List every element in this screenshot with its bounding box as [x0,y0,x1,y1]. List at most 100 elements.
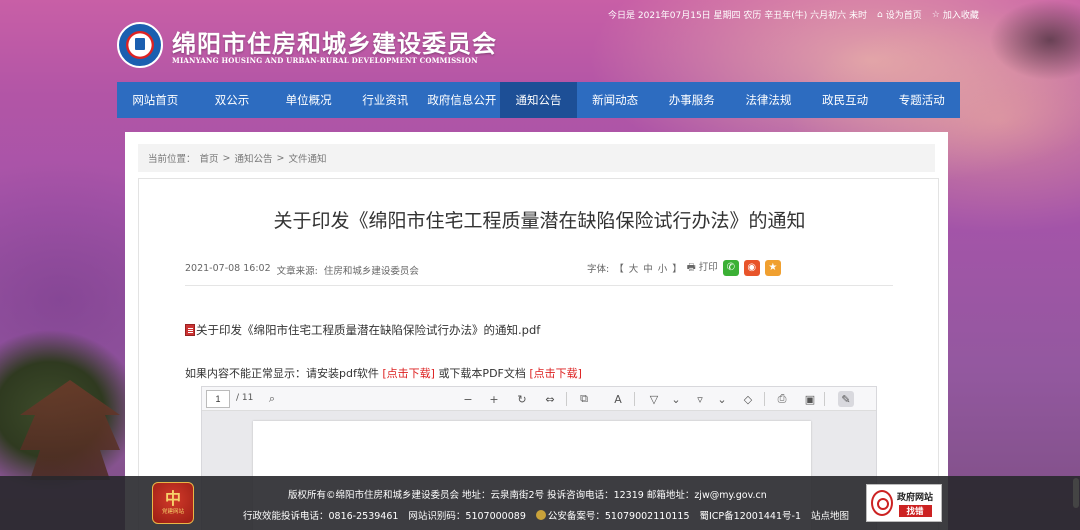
breadcrumb-separator: > [276,152,285,164]
gov-error-report-badge[interactable]: 政府网站 找错 [866,484,942,522]
nav-item-about[interactable]: 单位概况 [270,82,347,118]
page-number-input[interactable] [206,390,230,408]
read-aloud-icon[interactable]: A [610,391,626,407]
download-pdf-link[interactable]: [点击下载] [529,367,582,380]
article-tools: 字体: 【 大 中 小 】 🖶 打印 ✆ ◉ ★ [587,259,781,276]
nav-item-topics[interactable]: 专题活动 [883,82,960,118]
set-home-label: 设为首页 [885,11,922,21]
font-size-small[interactable]: 小 [658,261,668,275]
article-datetime: 2021-07-08 16:02 [185,263,271,274]
add-favorite-link[interactable]: ☆ 加入收藏 [931,8,979,22]
party-badge-text: 党建网站 [161,509,184,515]
toolbar-separator [824,392,825,406]
pdf-attachment-label: 关于印发《绵阳市住宅工程质量潜在缺陷保险试行办法》的通知.pdf [196,323,541,337]
share-weibo-icon[interactable]: ◉ [743,259,760,276]
page-view-icon[interactable]: ⧉ [576,391,592,407]
add-favorite-label: 加入收藏 [942,11,979,21]
highlight-icon[interactable]: ▿ [692,391,708,407]
footer-records: 行政效能投诉电话：0816-2539461 网站识别码：5107000089 公… [243,508,849,522]
nav-item-interaction[interactable]: 政民互动 [807,82,884,118]
printer-icon: 🖶 [686,262,696,273]
toolbar-separator [566,392,567,406]
print-button[interactable]: 🖶 打印 [687,259,718,276]
pin-icon[interactable]: ✎ [838,391,854,407]
fit-page-icon[interactable]: ⇔ [542,391,558,407]
breadcrumb-home[interactable]: 首页 [200,151,219,165]
complaint-phone: 行政效能投诉电话：0816-2539461 [243,511,399,522]
page-total: / 11 [236,393,254,403]
footer-copyright: 版权所有©绵阳市住房和城乡建设委员会 地址：云泉南街2号 投诉咨询电话：1231… [288,490,767,501]
pdf-attachment-link[interactable]: 关于印发《绵阳市住宅工程质量潜在缺陷保险试行办法》的通知.pdf [185,322,540,338]
rotate-icon[interactable]: ↻ [514,391,530,407]
font-size-medium[interactable]: 中 [643,261,653,275]
print-pdf-icon[interactable]: ⎙ [774,391,790,407]
breadcrumb-separator: > [222,152,231,164]
eraser-icon[interactable]: ◇ [740,391,756,407]
icp-record-link[interactable]: 蜀ICP备12001441号-1 [700,508,802,522]
nav-item-double-publicity[interactable]: 双公示 [194,82,271,118]
download-notice: 如果内容不能正常显示：请安装pdf软件 [点击下载] 或下载本PDF文档 [点击… [185,365,582,381]
page-scrollbar[interactable] [1072,0,1080,530]
nav-item-laws[interactable]: 法律法规 [730,82,807,118]
nav-item-industry-news[interactable]: 行业资讯 [347,82,424,118]
scrollbar-thumb[interactable] [1073,478,1079,508]
gov-badge-top: 政府网站 [897,492,934,503]
home-icon: ⌂ [877,9,883,20]
police-badge-icon [535,510,546,520]
main-nav: 网站首页 双公示 单位概况 行业资讯 政府信息公开 通知公告 新闻动态 办事服务… [117,82,960,118]
main-content: 当前位置： 首页 > 通知公告 > 文件通知 关于印发《绵阳市住宅工程质量潜在缺… [125,132,948,530]
party-website-badge[interactable]: 中 党建网站 [152,482,194,524]
nav-item-news[interactable]: 新闻动态 [577,82,654,118]
meta-divider [185,285,893,286]
toolbar-separator [764,392,765,406]
highlight-options-chevron-icon[interactable]: ⌄ [714,391,730,407]
share-wechat-icon[interactable]: ✆ [722,259,739,276]
font-size-label: 字体: [587,263,610,275]
download-software-link[interactable]: [点击下载] [382,367,435,380]
breadcrumb-prefix: 当前位置： [148,154,196,165]
notice-text-before: 如果内容不能正常显示：请安装pdf软件 [185,367,379,380]
police-record-label: 公安备案号：51079002110115 [547,511,690,522]
party-emblem-icon: 中 [164,489,181,508]
star-icon: ☆ [931,9,940,20]
breadcrumb-page[interactable]: 文件通知 [288,151,326,165]
source-label: 文章来源: [276,266,318,277]
footer: 中 党建网站 版权所有©绵阳市住房和城乡建设委员会 地址：云泉南街2号 投诉咨询… [0,476,1080,530]
top-bar: 今日是 2021年07月15日 星期四 农历 辛丑年(牛) 六月初六 未时 ⌂ … [608,8,979,22]
font-bracket-close: 】 [672,263,682,275]
pdf-file-icon [185,324,195,336]
pdf-toolbar: / 11 ⌕ − + ↻ ⇔ ⧉ A ▽ ⌄ ▿ ⌄ ◇ ⎙ ▣ ✎ [202,387,876,411]
set-home-link[interactable]: ⌂ 设为首页 [877,8,922,22]
draw-options-chevron-icon[interactable]: ⌄ [668,391,684,407]
breadcrumb-section[interactable]: 通知公告 [235,151,273,165]
article-title: 关于印发《绵阳市住宅工程质量潜在缺陷保险试行办法》的通知 [273,210,806,232]
zoom-in-icon[interactable]: + [486,391,502,407]
article-meta: 2021-07-08 16:02 文章来源: 住房和城乡建设委员会 [185,263,419,277]
nav-item-gov-info[interactable]: 政府信息公开 [424,82,501,118]
site-emblem-logo[interactable] [117,22,163,68]
font-size-large[interactable]: 大 [629,261,639,275]
print-label: 打印 [698,262,718,273]
save-icon[interactable]: ▣ [802,391,818,407]
magnifier-icon [871,490,893,516]
site-subtitle: MIANYANG HOUSING AND URBAN-RURAL DEVELOP… [172,56,478,65]
toolbar-separator [634,392,635,406]
draw-icon[interactable]: ▽ [646,391,662,407]
breadcrumb: 当前位置： 首页 > 通知公告 > 文件通知 [138,144,935,172]
nav-item-notices[interactable]: 通知公告 [500,82,577,118]
font-bracket-open: 【 [614,263,624,275]
gov-badge-bottom: 找错 [898,504,932,517]
search-icon[interactable]: ⌕ [264,391,280,407]
site-code: 网站识别码：5107000089 [408,511,526,522]
gov-badge-text: 政府网站 找错 [897,490,933,517]
date-text: 今日是 2021年07月15日 星期四 农历 辛丑年(牛) 六月初六 未时 [608,11,867,21]
nav-item-home[interactable]: 网站首页 [117,82,194,118]
site-title[interactable]: 绵阳市住房和城乡建设委员会 [172,24,497,59]
nav-item-services[interactable]: 办事服务 [653,82,730,118]
police-record-link[interactable]: 公安备案号：51079002110115 [535,508,690,522]
sitemap-link[interactable]: 站点地图 [811,508,849,522]
zoom-out-icon[interactable]: − [460,391,476,407]
article-source: 住房和城乡建设委员会 [323,266,419,277]
share-favorite-icon[interactable]: ★ [764,259,781,276]
notice-text-middle: 或下载本PDF文档 [438,367,526,380]
